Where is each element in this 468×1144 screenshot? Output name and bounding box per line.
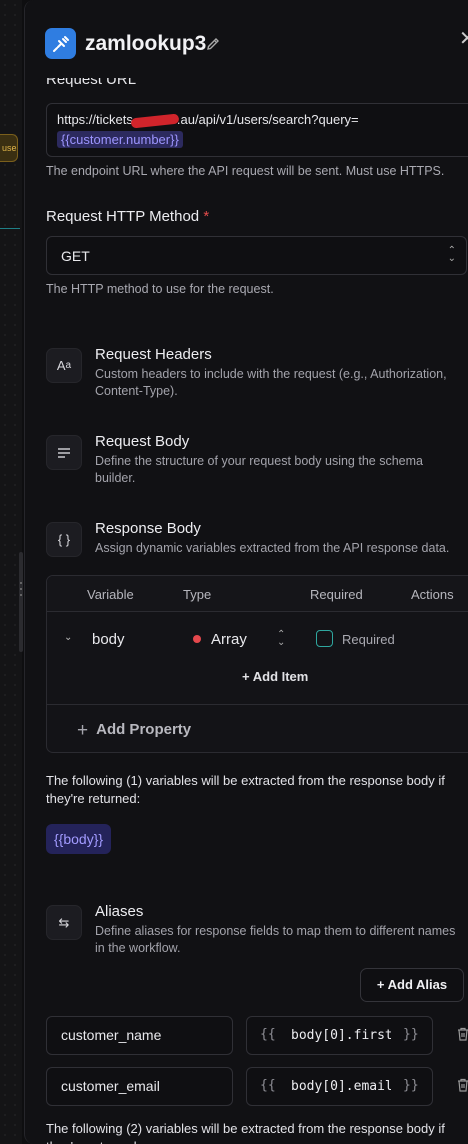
close-icon[interactable]: ✕ (459, 29, 468, 49)
alias-name-input[interactable]: customer_email (46, 1067, 233, 1106)
braces-icon: { } (46, 522, 82, 557)
expand-chevron-icon[interactable]: ⌄ (64, 632, 72, 643)
alias-path-input[interactable]: {{ body[0].email }} (246, 1067, 433, 1106)
http-method-label-text: Request HTTP Method (46, 208, 200, 225)
text-format-icon: Aa (46, 348, 82, 383)
type-color-dot (193, 635, 201, 643)
required-checkbox-label: Required (342, 632, 395, 647)
type-select[interactable]: Array (211, 631, 247, 648)
add-item-button[interactable]: + Add Item (242, 669, 308, 684)
add-alias-label: Add Alias (387, 977, 448, 992)
column-header-required: Required (310, 587, 363, 602)
aliases-title: Aliases (95, 903, 144, 920)
canvas-node-tag[interactable]: use (0, 134, 18, 162)
trash-icon[interactable] (457, 1078, 468, 1094)
response-schema-table: Variable Type Required Actions ⌄ body Ar… (46, 575, 468, 753)
http-method-help: The HTTP method to use for the request. (46, 282, 274, 296)
node-settings-panel: Request URL zamlookup3 ✕ https://tickets… (24, 0, 468, 1144)
request-headers-section[interactable]: Aa Request Headers Custom headers to inc… (46, 346, 468, 398)
plug-icon (45, 28, 76, 59)
aliases-desc: Define aliases for response fields to ma… (95, 924, 456, 955)
http-method-select[interactable]: GET ⌃ ⌄ (46, 236, 467, 275)
open-braces: {{ (260, 1078, 276, 1093)
close-braces: }} (403, 1027, 419, 1042)
request-body-section[interactable]: Request Body Define the structure of you… (46, 433, 468, 485)
open-braces: {{ (260, 1027, 276, 1042)
add-alias-button[interactable]: + Add Alias (360, 968, 464, 1002)
url-prefix: https://tickets (57, 112, 133, 127)
url-variable-chip[interactable]: {{customer.number}} (57, 131, 183, 148)
divider (47, 704, 468, 705)
alias-path-value: body[0].email (291, 1079, 391, 1094)
add-property-label: Add Property (96, 721, 192, 738)
request-body-desc: Define the structure of your request bod… (95, 454, 423, 485)
http-method-label: Request HTTP Method * (46, 208, 209, 225)
url-suffix: .au/api/v1/users/search?query= (176, 112, 359, 127)
http-method-value: GET (61, 248, 90, 264)
column-header-variable: Variable (87, 587, 134, 602)
request-url-help: The endpoint URL where the API request w… (46, 164, 445, 178)
plus-icon: + (77, 720, 89, 741)
alias-path-input[interactable]: {{ body[0].first_name }} (246, 1016, 433, 1055)
chevron-updown-icon: ⌃ ⌄ (447, 245, 456, 264)
alias-name-input[interactable]: customer_name (46, 1016, 233, 1055)
canvas-connector (0, 228, 20, 229)
request-headers-title: Request Headers (95, 346, 212, 363)
alias-path-value: body[0].first_name (291, 1028, 391, 1043)
request-url-input[interactable]: https://tickets .au/api/v1/users/search?q… (46, 103, 468, 157)
response-body-title: Response Body (95, 520, 201, 537)
add-item-label: Add Item (252, 669, 309, 684)
extracted-var-chip[interactable]: {{body}} (46, 824, 112, 854)
request-body-title: Request Body (95, 433, 190, 450)
edit-pencil-icon[interactable] (205, 36, 221, 52)
redaction-mark (130, 113, 180, 129)
required-mark: * (203, 208, 210, 225)
extracted-vars-info: The following (1) variables will be extr… (46, 773, 445, 806)
table-header: Variable Type Required Actions (47, 576, 468, 612)
chevron-updown-icon: ⌃ ⌄ (277, 629, 286, 648)
column-header-type: Type (183, 587, 212, 602)
close-braces: }} (403, 1078, 419, 1093)
swap-arrows-icon: ⇆ (46, 905, 82, 940)
add-property-button[interactable]: + Add Property (77, 720, 191, 742)
node-title: zamlookup3 (85, 32, 207, 55)
align-left-icon (46, 435, 82, 470)
response-body-desc: Assign dynamic variables extracted from … (95, 541, 450, 555)
panel-resize-handle[interactable] (19, 552, 23, 652)
aliases-section[interactable]: ⇆ Aliases Define aliases for response fi… (46, 903, 468, 955)
request-headers-desc: Custom headers to include with the reque… (95, 367, 447, 398)
required-checkbox[interactable] (316, 630, 333, 647)
response-body-section[interactable]: { } Response Body Assign dynamic variabl… (46, 520, 468, 570)
column-header-actions: Actions (411, 587, 454, 602)
trash-icon[interactable] (457, 1027, 468, 1043)
panel-header: zamlookup3 ✕ (25, 0, 468, 78)
extracted-vars-info-2: The following (2) variables will be extr… (46, 1121, 445, 1144)
variable-name[interactable]: body (92, 631, 125, 648)
